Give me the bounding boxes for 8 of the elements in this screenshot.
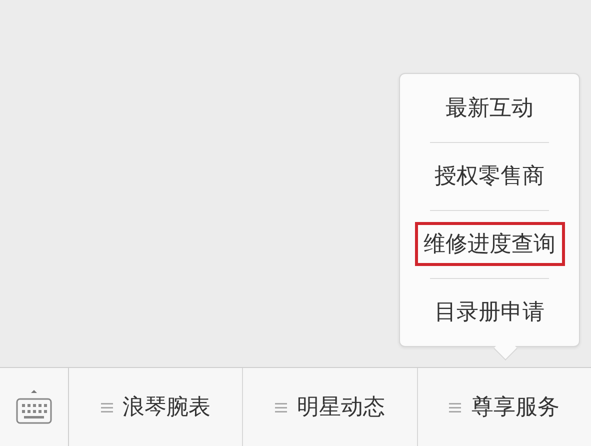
- submenu-item[interactable]: 最新互动: [436, 86, 542, 130]
- submenu-item[interactable]: 授权零售商: [426, 154, 554, 198]
- menu-icon: [100, 402, 113, 412]
- submenu-item[interactable]: 目录册申请: [426, 290, 554, 334]
- menu-icon: [274, 402, 287, 412]
- menu-icon: [449, 402, 462, 412]
- keyboard-icon[interactable]: [14, 387, 54, 427]
- submenu-item[interactable]: 维修进度查询: [414, 222, 564, 266]
